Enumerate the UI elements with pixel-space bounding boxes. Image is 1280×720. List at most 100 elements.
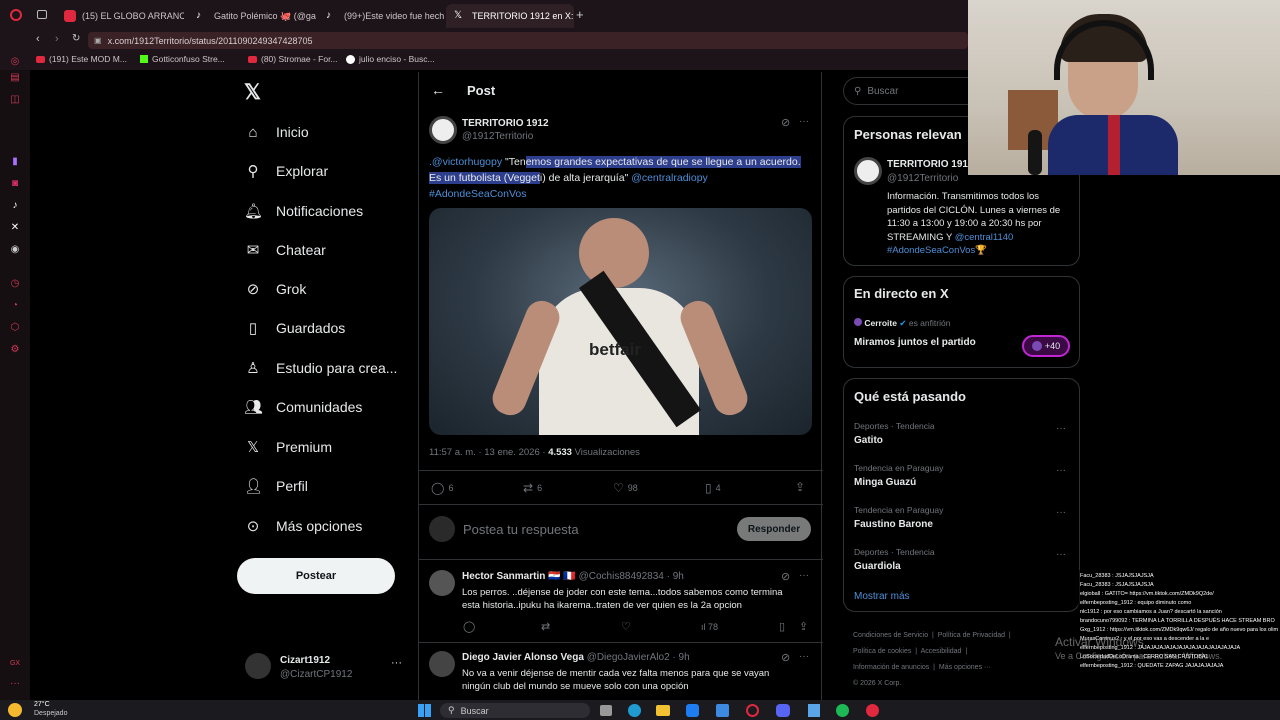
trend-item[interactable]: Deportes · Tendencia Guardiola ··· — [844, 545, 1079, 585]
search-box[interactable]: ⚲ Buscar — [843, 77, 983, 105]
reply-input[interactable]: Postea tu respuesta — [463, 522, 579, 537]
nav-inicio[interactable]: ⌂ Inicio — [244, 120, 308, 144]
more-side-icon[interactable]: ··· — [9, 678, 21, 690]
hashtag-link[interactable]: #AdondeSeaConVos — [429, 188, 527, 200]
account-switcher[interactable]: Cizart1912 @CizartCP1912 ··· — [245, 653, 405, 683]
discord-icon[interactable] — [776, 704, 790, 717]
nav-premium[interactable]: 𝕏 Premium — [244, 435, 332, 459]
tweet-handle[interactable]: @1912Territorio — [462, 131, 533, 142]
post-button[interactable]: Postear — [237, 558, 395, 594]
trend-item[interactable]: Deportes · Tendencia Gatito ··· — [844, 419, 1079, 459]
retweet-action[interactable]: ⇄ 6 — [523, 481, 542, 495]
reload-icon[interactable]: ↻ — [72, 33, 80, 44]
more-dots-icon[interactable]: ··· — [799, 570, 809, 581]
spotify-icon[interactable] — [836, 704, 849, 717]
tweet-avatar[interactable] — [429, 116, 457, 144]
footer-link[interactable]: Accesibilidad — [921, 648, 962, 655]
gx-icon[interactable]: GX — [9, 658, 21, 670]
nav-guardados[interactable]: ▯ Guardados — [244, 316, 345, 340]
extensions-icon[interactable]: ⬡ — [9, 322, 21, 334]
tab-4-active[interactable]: 𝕏 TERRITORIO 1912 en X: " — [446, 4, 574, 28]
settings-icon[interactable]: ⚙ — [9, 344, 21, 356]
weather-icon[interactable] — [8, 703, 22, 717]
trend-item[interactable]: Tendencia en Paraguay Minga Guazú ··· — [844, 461, 1079, 501]
bookmark-icon[interactable]: ▯ — [779, 620, 785, 633]
bookmark-side-icon[interactable]: ▤ — [9, 72, 21, 84]
relevant-name[interactable]: TERRITORIO 1912 — [887, 159, 974, 170]
footer-link[interactable]: Información de anuncios — [853, 664, 929, 671]
store-icon[interactable] — [716, 704, 729, 717]
tab-3[interactable]: ♪ (99+)Este video fue hech — [318, 4, 446, 28]
nav-notificaciones[interactable]: 🔔︎ Notificaciones — [244, 199, 363, 223]
tweet-time[interactable]: 11:57 a. m. · 13 ene. 2026 · — [429, 447, 548, 458]
x-logo-icon[interactable]: 𝕏 — [244, 80, 261, 105]
reply-action[interactable]: ◯ 6 — [431, 481, 453, 495]
notepad-icon[interactable] — [808, 704, 820, 717]
windows-start-icon[interactable] — [418, 704, 431, 717]
clock-icon[interactable]: ◔ — [9, 300, 21, 312]
reply-post[interactable]: Diego Javier Alonso Vega @DiegoJavierAlo… — [419, 647, 823, 699]
heart-icon[interactable]: ♡ — [621, 620, 631, 633]
discord-icon[interactable]: ◉ — [9, 244, 21, 256]
views-stat[interactable]: ıl 78 — [701, 622, 718, 632]
workspace-icon[interactable] — [37, 10, 47, 19]
aria-icon[interactable]: ◎ — [9, 56, 21, 68]
tiktok-side-icon[interactable]: ♪ — [9, 200, 21, 212]
edge-icon[interactable] — [628, 704, 641, 717]
explorer-icon[interactable] — [656, 705, 670, 716]
mention-link[interactable]: .@victorhugopy — [429, 156, 502, 168]
share-icon[interactable]: ⇪ — [799, 620, 808, 633]
more-dots-icon[interactable]: ··· — [799, 116, 809, 127]
tweet-author[interactable]: TERRITORIO 1912 — [462, 118, 549, 129]
grok-icon[interactable]: ⊘ — [781, 116, 790, 129]
back-arrow-icon[interactable]: ← — [431, 82, 445, 98]
bookmark-3[interactable]: (80) Stromae - For... — [248, 54, 338, 64]
taskview-icon[interactable] — [600, 705, 612, 716]
new-tab-button[interactable]: + — [576, 7, 584, 22]
grok-icon[interactable]: ⊘ — [781, 570, 790, 583]
forward-icon[interactable]: › — [55, 33, 59, 45]
taskbar-search[interactable]: ⚲ Buscar — [440, 703, 590, 718]
more-dots-icon[interactable]: ··· — [799, 651, 809, 662]
footer-link[interactable]: Política de Privacidad — [938, 632, 1005, 639]
nav-grok[interactable]: ⊘ Grok — [244, 277, 307, 301]
retweet-icon[interactable]: ⇄ — [541, 620, 550, 633]
reply-icon[interactable]: ◯ — [463, 620, 475, 633]
twitch-icon[interactable]: ▮ — [9, 156, 21, 168]
nav-chatear[interactable]: ✉ Chatear — [244, 238, 326, 262]
nav-estudio[interactable]: ♙ Estudio para crea... — [244, 356, 397, 380]
more-dots-icon[interactable]: ··· — [1056, 507, 1066, 518]
obs-icon[interactable] — [866, 704, 879, 717]
app-icon[interactable] — [686, 704, 699, 717]
nav-explorar[interactable]: ⚲ Explorar — [244, 159, 329, 183]
reply-post[interactable]: Hector Sanmartin 🇵🇾 🇫🇷 @Cochis88492834 ·… — [419, 566, 823, 642]
tweet-image[interactable]: betfair — [429, 208, 812, 435]
url-field[interactable]: ▣ x.com/1912Territorio/status/2011090249… — [88, 32, 968, 49]
tab-2[interactable]: ♪ Gatito Polémico 🐙 (@gal — [188, 4, 316, 28]
footer-link[interactable]: Más opciones ··· — [939, 664, 991, 671]
like-action[interactable]: ♡ 98 — [613, 481, 638, 495]
instagram-icon[interactable]: ◙ — [9, 178, 21, 190]
more-dots-icon[interactable]: ··· — [1056, 423, 1066, 434]
opera-icon[interactable] — [746, 704, 759, 717]
respond-button[interactable]: Responder — [737, 517, 811, 541]
x-side-icon[interactable]: ✕ — [9, 222, 21, 234]
share-icon[interactable]: ⇪ — [795, 480, 805, 494]
nav-mas-opciones[interactable]: ⊙ Más opciones — [244, 514, 363, 538]
nav-perfil[interactable]: 👤︎ Perfil — [244, 474, 308, 498]
bookmark-action[interactable]: ▯ 4 — [705, 481, 721, 495]
show-more-link[interactable]: Mostrar más — [854, 591, 910, 602]
trend-item[interactable]: Tendencia en Paraguay Faustino Barone ··… — [844, 503, 1079, 543]
grok-icon[interactable]: ⊘ — [781, 651, 790, 664]
bookmark-1[interactable]: (191) Este MOD M... — [36, 54, 127, 64]
history-icon[interactable]: ◷ — [9, 278, 21, 290]
nav-comunidades[interactable]: 👥︎ Comunidades — [244, 395, 362, 419]
avatar[interactable] — [854, 157, 882, 185]
bio-link[interactable]: @central1140 — [955, 232, 1014, 243]
bio-hashtag[interactable]: #AdondeSeaConVos🏆 — [887, 245, 987, 256]
listener-count[interactable]: +40 — [1022, 335, 1070, 357]
footer-link[interactable]: Política de cookies — [853, 648, 911, 655]
tab-1[interactable]: (15) EL GLOBO ARRANCÓ — [56, 4, 184, 28]
footer-link[interactable]: Condiciones de Servicio — [853, 632, 928, 639]
more-dots-icon[interactable]: ··· — [1056, 465, 1066, 476]
